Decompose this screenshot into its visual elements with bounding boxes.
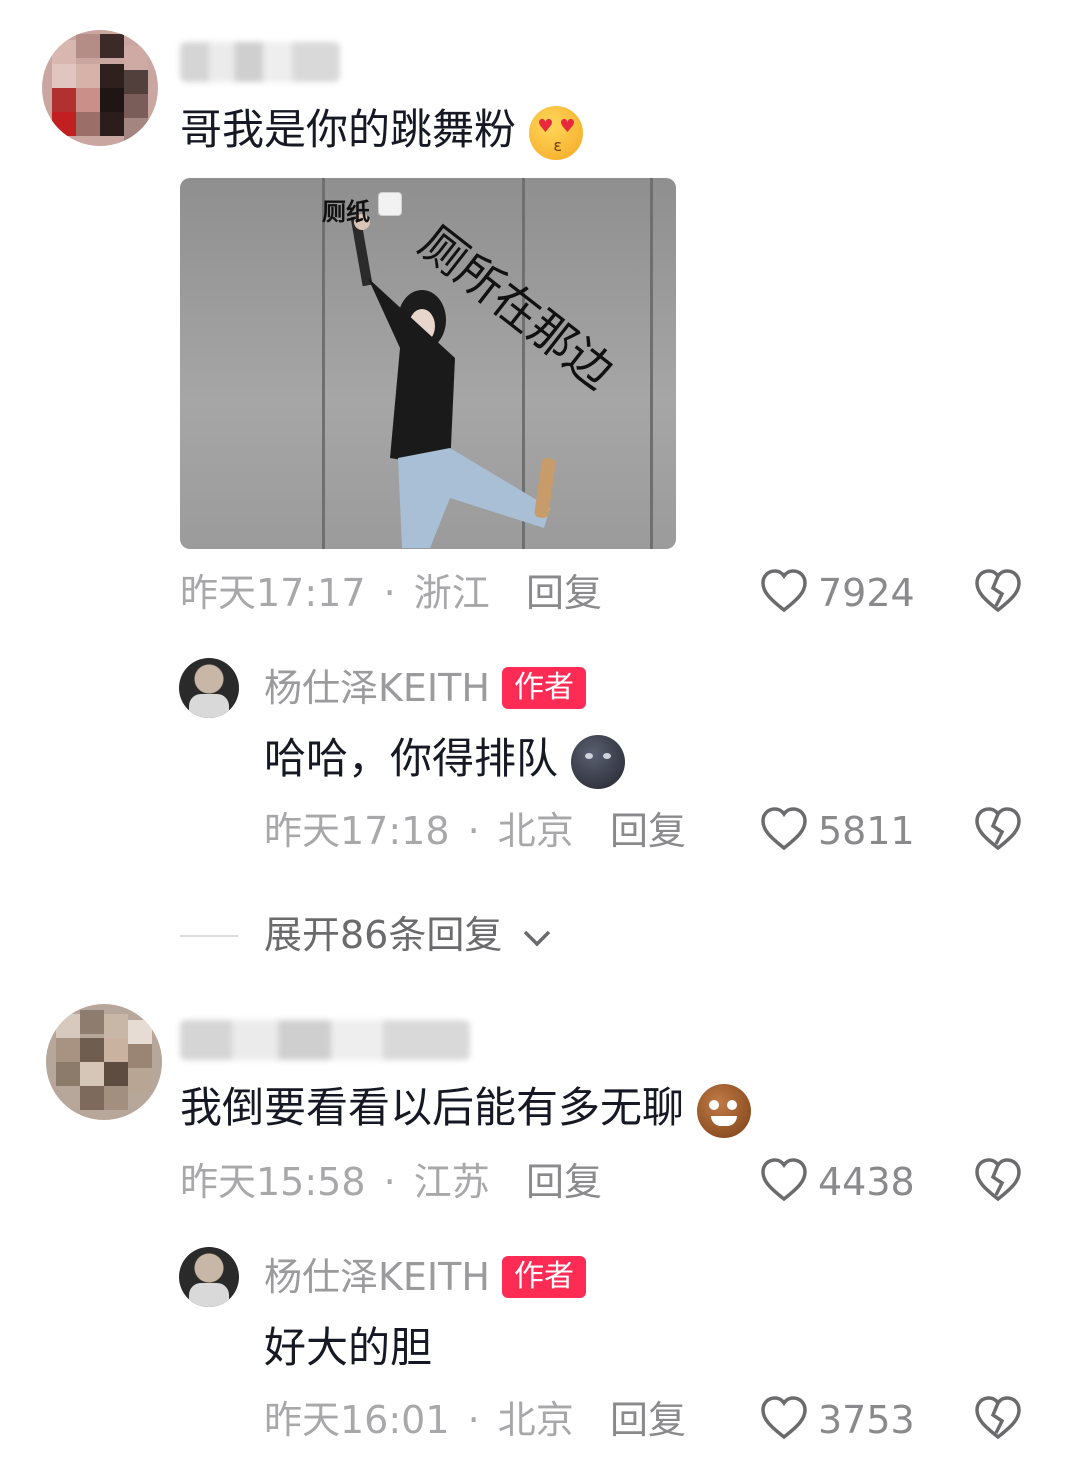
chevron-down-icon xyxy=(524,930,551,946)
like-count: 7924 xyxy=(818,571,915,615)
like-heart-icon[interactable] xyxy=(760,1157,808,1203)
like-count: 4438 xyxy=(818,1160,915,1204)
like-heart-icon[interactable] xyxy=(760,568,808,614)
author-avatar[interactable] xyxy=(179,1247,239,1307)
reply-button[interactable]: 回复 xyxy=(526,1158,602,1206)
like-count: 3753 xyxy=(818,1398,915,1442)
expand-replies-button[interactable]: 展开86条回复 xyxy=(264,911,552,959)
commenter-avatar[interactable] xyxy=(42,30,158,146)
reply-button[interactable]: 回复 xyxy=(610,807,686,855)
comment-text: 我倒要看看以后能有多无聊 xyxy=(180,1082,752,1138)
author-avatar[interactable] xyxy=(179,658,239,718)
reply-text: 哈哈，你得排队 xyxy=(264,733,626,789)
heart-eyes-kiss-emoji-icon: ♥ ♥ ε xyxy=(529,105,584,160)
commenter-avatar[interactable] xyxy=(46,1004,162,1120)
commenter-name-blurred[interactable] xyxy=(180,42,340,82)
dislike-broken-heart-icon[interactable] xyxy=(974,1157,1022,1203)
reply-text: 好大的胆 xyxy=(264,1323,433,1372)
nervous-cookie-emoji-icon xyxy=(697,1083,752,1138)
dislike-broken-heart-icon[interactable] xyxy=(974,806,1022,852)
author-name[interactable]: 杨仕泽KEITH xyxy=(264,1253,490,1301)
comment-meta: 昨天17:17 · 浙江 xyxy=(180,571,490,615)
reply-button[interactable]: 回复 xyxy=(610,1396,686,1444)
comment-image[interactable]: 厕纸 厕所在那边 xyxy=(180,178,676,549)
comment-meta: 昨天15:58 · 江苏 xyxy=(180,1160,490,1204)
dislike-broken-heart-icon[interactable] xyxy=(974,1395,1022,1441)
like-heart-icon[interactable] xyxy=(760,806,808,852)
commenter-name-blurred[interactable] xyxy=(180,1020,470,1060)
reply-meta: 昨天17:18 · 北京 xyxy=(264,809,574,853)
comment-text: 哥我是你的跳舞粉 ♥ ♥ ε xyxy=(180,104,584,160)
author-badge: 作者 xyxy=(502,667,586,709)
image-caption-toilet-paper: 厕纸 xyxy=(322,198,370,226)
dislike-broken-heart-icon[interactable] xyxy=(974,568,1022,614)
new-moon-face-emoji-icon xyxy=(571,734,626,789)
reply-meta: 昨天16:01 · 北京 xyxy=(264,1398,574,1442)
like-heart-icon[interactable] xyxy=(760,1395,808,1441)
reply-button[interactable]: 回复 xyxy=(526,569,602,617)
expand-divider xyxy=(180,935,238,937)
author-badge: 作者 xyxy=(502,1256,586,1298)
like-count: 5811 xyxy=(818,809,915,853)
toilet-paper-icon xyxy=(378,192,402,216)
author-name[interactable]: 杨仕泽KEITH xyxy=(264,664,490,712)
